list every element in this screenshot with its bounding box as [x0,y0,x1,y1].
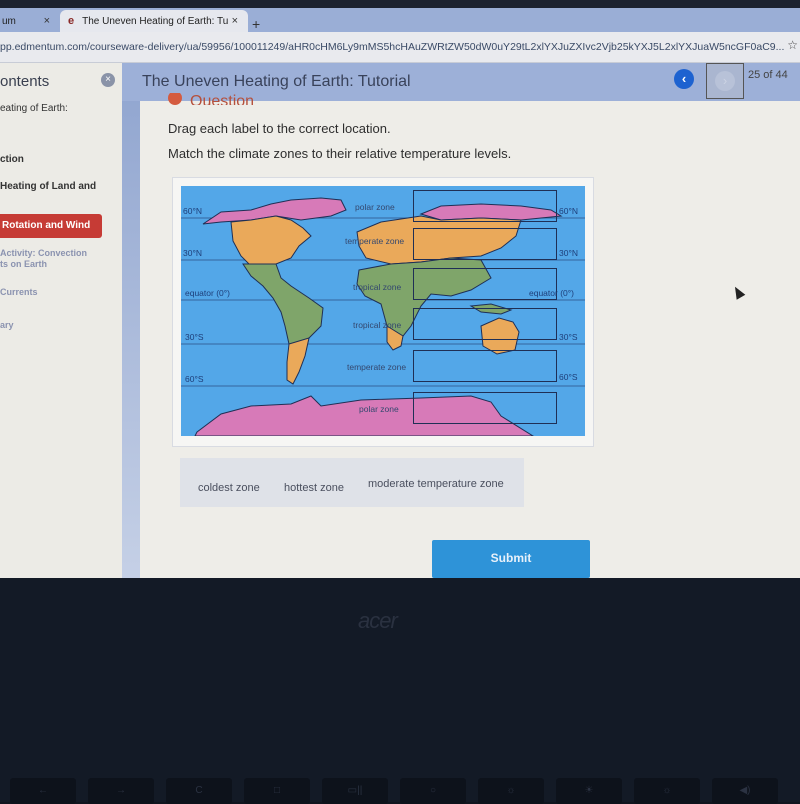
climate-zone-map: 60°N 30°N equator (0°) 30°S 60°S 60°N 30… [181,186,585,436]
drop-target-5[interactable] [413,350,557,382]
lat-label-left-60s: 60°S [185,374,204,384]
lat-label-left-equator: equator (0°) [185,288,230,298]
lat-label-right-30n: 30°N [559,248,578,258]
page-viewport: ontents × eating of Earth: ction Heating… [0,63,800,578]
zone-label-polar-south: polar zone [359,404,399,414]
key-refresh-icon: C [166,778,232,804]
tab-title: um [2,15,16,27]
lat-label-right-60n: 60°N [559,206,578,216]
sidebar-item-currents[interactable]: Currents [0,287,38,297]
submit-button[interactable]: Submit [432,540,590,578]
previous-page-button[interactable]: ‹ [674,69,694,89]
label-chip-hottest[interactable]: hottest zone [284,482,344,494]
key-brightness-up-icon: ☼ [478,778,544,804]
answer-label-tray: coldest zone hottest zone moderate tempe… [180,458,524,507]
key-brightness-down-icon: ○ [400,778,466,804]
question-heading-text: Question [190,93,255,105]
label-chip-coldest[interactable]: coldest zone [198,482,260,494]
key-back-icon: ← [10,778,76,804]
sidebar-item-introduction[interactable]: ction [0,154,24,165]
north-america-temperate [230,215,312,267]
edmentum-e-icon: e [68,15,75,27]
screen-bezel [0,0,800,8]
acer-logo: acer [358,608,398,633]
key-volume-down-icon: ☼ [634,778,700,804]
laptop-body: acer ← → C □ ▭|| ○ ☼ ☀ ☼ ◀) [0,578,800,804]
url-text[interactable]: pp.edmentum.com/courseware-delivery/ua/5… [0,41,790,53]
lat-label-right-equator: equator (0°) [529,288,574,298]
zone-label-tropical-north: tropical zone [353,282,402,292]
question-icon [168,93,182,105]
tab-title: The Uneven Heating of Earth: Tu [82,15,229,27]
close-tab-icon[interactable]: × [44,15,50,27]
americas-tropical [242,263,324,347]
zone-label-temperate-north: temperate zone [345,236,405,246]
key-overview-icon: ▭|| [322,778,388,804]
key-fullscreen-icon: □ [244,778,310,804]
climate-map-frame: 60°N 30°N equator (0°) 30°S 60°S 60°N 30… [172,177,594,447]
drop-target-1[interactable] [413,190,557,222]
drop-target-2[interactable] [413,228,557,260]
sidebar-item-convection-activity-line2[interactable]: ts on Earth [0,259,47,269]
lat-label-right-30s: 30°S [559,332,578,342]
drop-target-4[interactable] [413,308,557,340]
sidebar-item-heating-land-water[interactable]: Heating of Land and [0,181,96,192]
bookmark-star-icon[interactable]: ☆ [787,38,798,52]
zone-label-polar-north: polar zone [355,202,395,212]
sidebar-item-convection-activity[interactable]: Activity: Convection [0,248,87,258]
lat-label-left-60n: 60°N [183,206,202,216]
sidebar-item-rotation-and-wind[interactable]: Rotation and Wind [0,214,102,238]
sidebar-item-summary[interactable]: ary [0,320,14,330]
address-bar[interactable]: pp.edmentum.com/courseware-delivery/ua/5… [0,32,800,63]
close-tab-icon[interactable]: × [232,15,238,27]
question-panel: Question Drag each label to the correct … [140,93,800,578]
chevron-right-icon: › [715,71,735,91]
question-heading: Question [168,93,254,105]
sidebar-divider [122,63,140,578]
browser-tab-active[interactable]: e The Uneven Heating of Earth: Tu × [60,10,248,32]
lat-label-right-60s: 60°S [559,372,578,382]
lesson-title: The Uneven Heating of Earth: Tutorial [142,73,411,90]
contents-sidebar: ontents × eating of Earth: ction Heating… [0,63,122,578]
sidebar-title: ontents [0,73,50,90]
key-mute-icon: ☀ [556,778,622,804]
label-chip-moderate[interactable]: moderate temperature zone [368,478,504,490]
instruction-match: Match the climate zones to their relativ… [168,146,512,161]
zone-label-temperate-south: temperate zone [347,362,407,372]
function-key-row: ← → C □ ▭|| ○ ☼ ☀ ☼ ◀) [0,774,800,804]
zone-label-tropical-south: tropical zone [353,320,402,330]
drop-target-6[interactable] [413,392,557,424]
browser-tab[interactable]: um × [0,10,64,32]
browser-tab-bar: um × e The Uneven Heating of Earth: Tu ×… [0,8,800,32]
page-counter: 25 of 44 [748,69,788,81]
new-tab-button[interactable]: + [252,16,260,32]
sidebar-item-heating-of-earth[interactable]: eating of Earth: [0,103,68,114]
key-forward-icon: → [88,778,154,804]
lat-label-left-30s: 30°S [185,332,204,342]
lat-label-left-30n: 30°N [183,248,202,258]
key-volume-up-icon: ◀) [712,778,778,804]
instruction-drag: Drag each label to the correct location. [168,121,391,136]
close-sidebar-icon[interactable]: × [101,73,115,87]
south-america-temperate [286,337,310,385]
next-page-button[interactable]: › [706,63,744,99]
